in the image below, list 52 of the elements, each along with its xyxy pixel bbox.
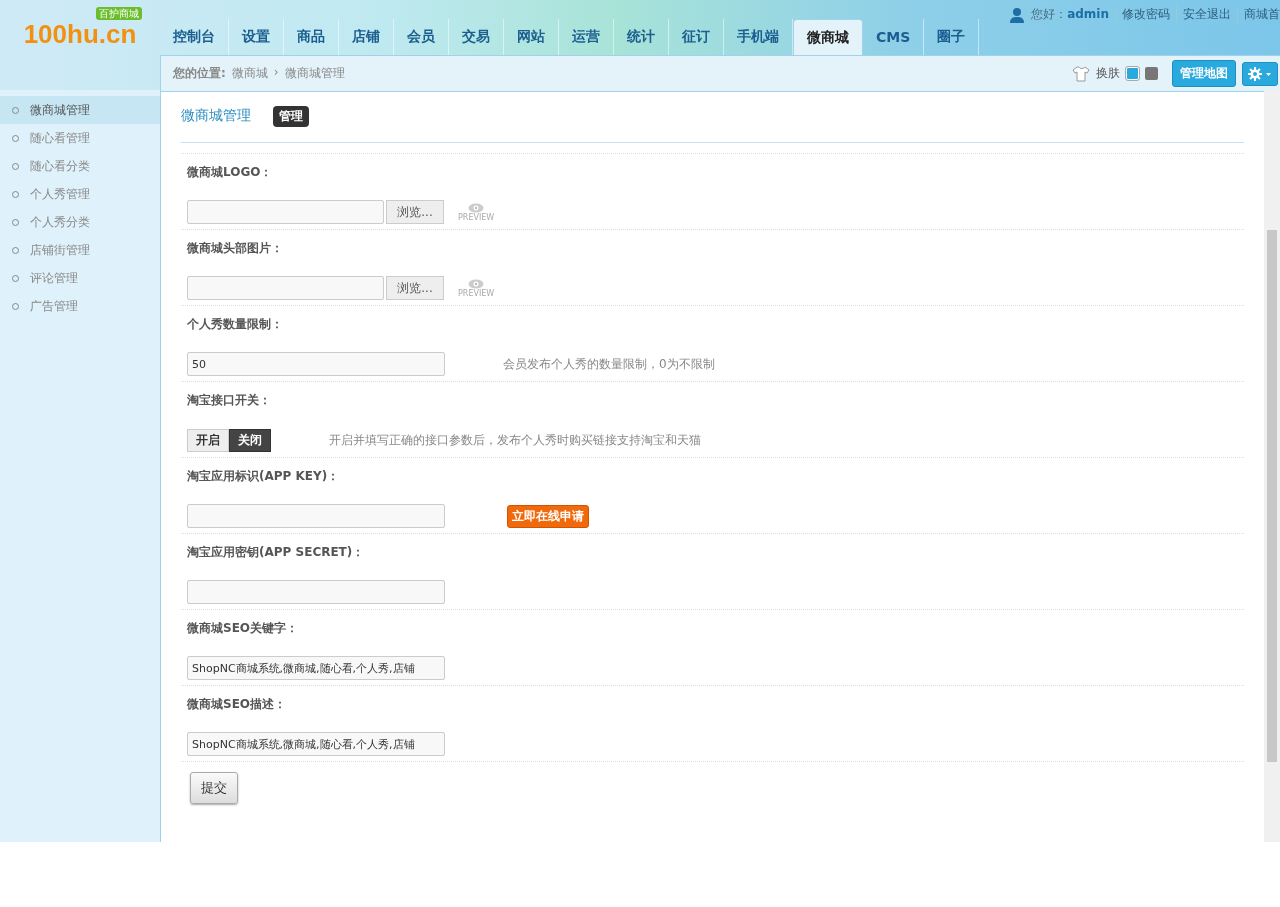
browse-button[interactable]: 浏览... xyxy=(386,200,444,224)
file-field[interactable] xyxy=(187,200,384,224)
page-title: 微商城管理 xyxy=(181,107,251,125)
breadcrumb-link[interactable]: 微商城管理 xyxy=(284,65,345,82)
breadcrumb-label: 您的位置: xyxy=(173,65,226,82)
field-label: 微商城头部图片： xyxy=(187,240,284,257)
field-hint: 会员发布个人秀的数量限制，0为不限制 xyxy=(503,355,715,373)
submit-button[interactable]: 提交 xyxy=(190,772,238,804)
text-field[interactable]: ShopNC商城系统,微商城,随心看,个人秀,店铺 xyxy=(187,732,445,756)
map-button[interactable]: 管理地图 xyxy=(1172,60,1236,87)
scrollbar[interactable] xyxy=(1264,90,1280,842)
user-icon xyxy=(1009,6,1026,23)
sidebar-item[interactable]: 个人秀管理 xyxy=(0,180,160,208)
field-label: 个人秀数量限制： xyxy=(187,316,284,333)
field-hint: 开启并填写正确的接口参数后，发布个人秀时购买链接支持淘宝和天猫 xyxy=(329,431,701,449)
switch-option[interactable]: 关闭 xyxy=(229,428,271,452)
header-link[interactable]: 商城首 xyxy=(1237,6,1280,23)
breadcrumb-link[interactable]: 微商城 xyxy=(231,65,268,82)
text-field[interactable] xyxy=(187,504,445,528)
header-link[interactable]: 安全退出 xyxy=(1176,6,1231,23)
text-field[interactable]: 50 xyxy=(187,352,445,376)
sidebar-item[interactable]: 微商城管理 xyxy=(0,96,160,124)
sidebar-item[interactable]: 个人秀分类 xyxy=(0,208,160,236)
header-link[interactable]: 修改密码 xyxy=(1115,6,1170,23)
text-field[interactable] xyxy=(187,580,445,604)
logo-badge: 百护商城 xyxy=(96,7,142,20)
field-label: 微商城SEO关键字： xyxy=(187,620,300,637)
sidebar-item[interactable]: 店铺街管理 xyxy=(0,236,160,264)
settings-button[interactable] xyxy=(1242,61,1278,86)
gear-icon xyxy=(1247,66,1273,81)
sidebar-item[interactable]: 随心看分类 xyxy=(0,152,160,180)
skin-label: 换肤 xyxy=(1096,65,1120,82)
field-label: 淘宝接口开关： xyxy=(187,392,272,409)
field-label: 微商城LOGO： xyxy=(187,164,274,181)
breadcrumb-separator: › xyxy=(273,65,279,81)
greeting-text: 您好：admin xyxy=(1031,6,1109,23)
text-field[interactable]: ShopNC商城系统,微商城,随心看,个人秀,店铺 xyxy=(187,656,445,680)
field-label: 微商城SEO描述： xyxy=(187,696,288,713)
browse-button[interactable]: 浏览... xyxy=(386,276,444,300)
skin-swatch[interactable] xyxy=(1145,67,1158,80)
file-field[interactable] xyxy=(187,276,384,300)
page-tag[interactable]: 管理 xyxy=(273,105,309,127)
sidebar-item[interactable]: 广告管理 xyxy=(0,292,160,320)
field-label: 淘宝应用标识(APP KEY)： xyxy=(187,468,341,485)
skin-swatch[interactable] xyxy=(1126,67,1139,80)
nav-tab[interactable]: 微商城 xyxy=(793,19,863,55)
shirt-icon xyxy=(1072,65,1090,82)
sidebar-item[interactable]: 评论管理 xyxy=(0,264,160,292)
field-label: 淘宝应用密钥(APP SECRET)： xyxy=(187,544,366,561)
sidebar-item[interactable]: 随心看管理 xyxy=(0,124,160,152)
switch-option[interactable]: 开启 xyxy=(187,428,229,452)
apply-button[interactable]: 立即在线申请 xyxy=(507,504,589,528)
